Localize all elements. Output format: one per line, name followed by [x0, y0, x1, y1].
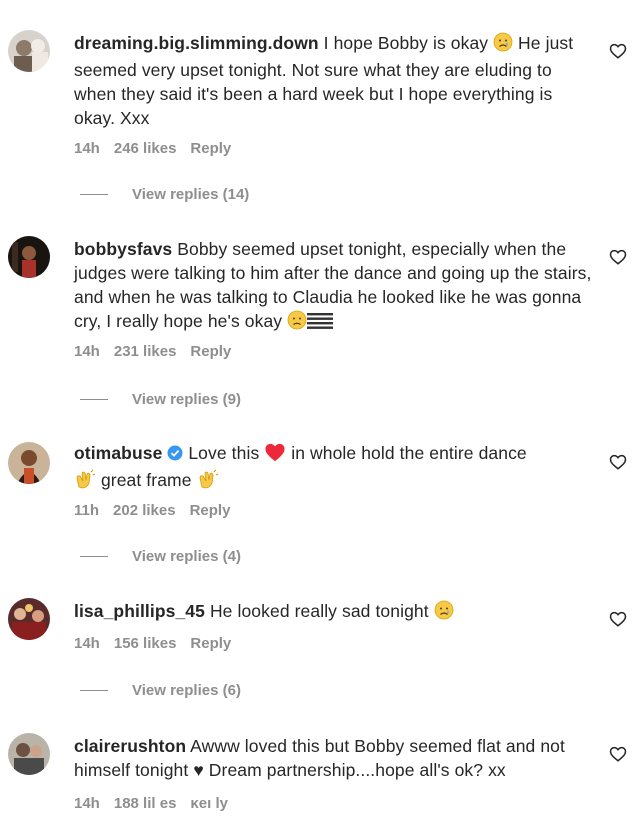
avatar[interactable]	[8, 30, 50, 72]
like-count[interactable]: 246 likes	[114, 140, 177, 157]
like-heart-icon[interactable]	[609, 610, 627, 628]
comment-time: 11h	[74, 502, 100, 519]
like-heart-icon[interactable]	[609, 453, 627, 471]
comment-time: 14h	[74, 795, 100, 812]
reply-button[interactable]: Reply	[190, 140, 231, 157]
crying-face-icon	[434, 600, 454, 626]
avatar[interactable]	[8, 598, 50, 640]
username[interactable]: clairerushton	[74, 736, 186, 756]
view-replies-button[interactable]: View replies (14)	[80, 186, 249, 203]
like-heart-icon[interactable]	[609, 745, 627, 763]
reply-button[interactable]: Reply	[190, 343, 231, 360]
comment-time: 14h	[74, 343, 100, 360]
like-count[interactable]: 156 likes	[114, 635, 177, 652]
replies-divider	[80, 556, 108, 557]
comment-time: 14h	[74, 635, 100, 652]
like-heart-icon[interactable]	[609, 248, 627, 266]
view-replies-button[interactable]: View replies (6)	[80, 682, 241, 699]
reply-button[interactable]: Reply	[190, 635, 231, 652]
username[interactable]: dreaming.big.slimming.down	[74, 33, 319, 53]
clapping-hands-icon	[197, 469, 219, 495]
crying-face-icon	[493, 32, 513, 58]
reply-button[interactable]: κеı lу	[190, 795, 228, 812]
avatar[interactable]	[8, 733, 50, 775]
username[interactable]: lisa_phillips_45	[74, 601, 205, 621]
red-heart-icon	[264, 442, 286, 468]
like-count[interactable]: 231 likes	[114, 343, 177, 360]
like-heart-icon[interactable]	[609, 42, 627, 60]
replies-divider	[80, 194, 108, 195]
comment-text: dreaming.big.slimming.down I hope Bobby …	[74, 32, 574, 128]
avatar[interactable]	[8, 236, 50, 278]
replies-divider	[80, 399, 108, 400]
comment-text: lisa_phillips_45 He looked really sad to…	[74, 599, 594, 626]
replies-divider	[80, 690, 108, 691]
view-replies-button[interactable]: View replies (9)	[80, 391, 241, 408]
comment-text: otimabuse Love this in whole hold the en…	[74, 441, 594, 495]
comment-time: 14h	[74, 140, 100, 157]
username[interactable]: otimabuse	[74, 443, 162, 463]
username[interactable]: bobbysfavs	[74, 239, 172, 259]
comment-text: clairerushton Awww loved this but Bobby …	[74, 736, 565, 780]
view-replies-button[interactable]: View replies (4)	[80, 548, 241, 565]
like-count[interactable]: 188 lil es	[114, 795, 177, 812]
heart-symbol: ♥	[193, 760, 204, 780]
clapping-hands-icon	[74, 469, 96, 495]
slightly-frowning-face-icon	[287, 310, 307, 336]
reply-button[interactable]: Reply	[190, 502, 231, 519]
avatar[interactable]	[8, 442, 50, 484]
like-count[interactable]: 202 likes	[113, 502, 176, 519]
striped-flag-icon	[307, 312, 334, 336]
verified-badge-icon	[167, 443, 183, 467]
comment-text: bobbysfavs Bobby seemed upset tonight, e…	[74, 237, 594, 336]
